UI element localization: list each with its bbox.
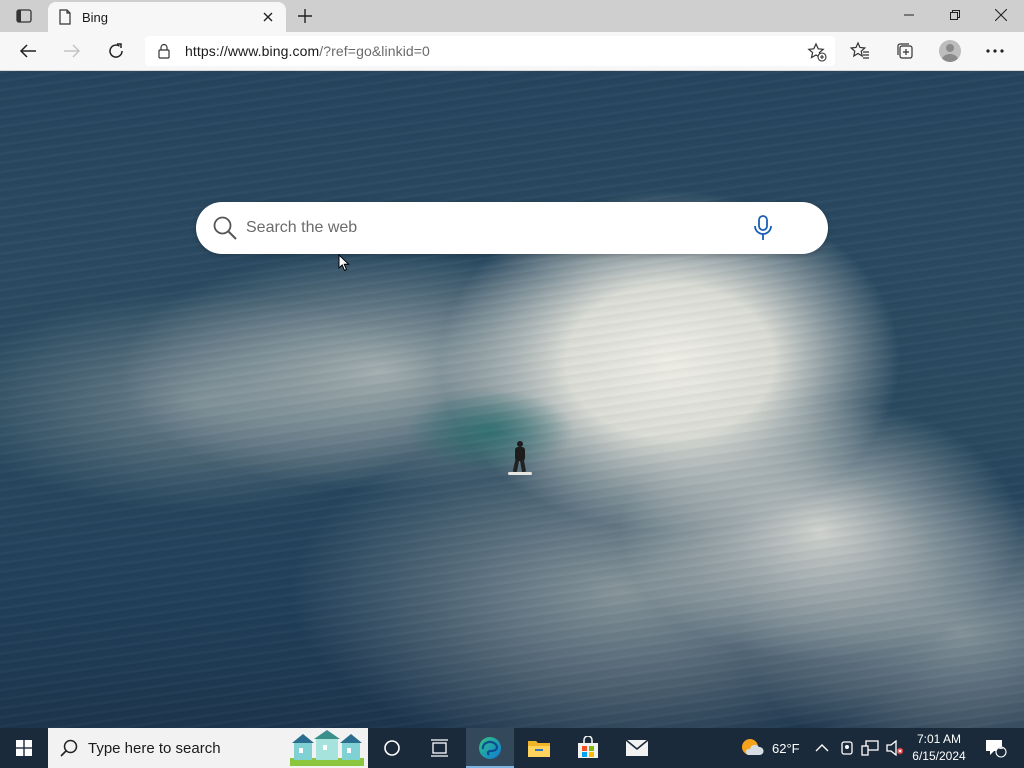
- system-clock[interactable]: 7:01 AM 6/15/2024: [906, 731, 972, 765]
- partly-sunny-icon: [742, 739, 764, 755]
- back-button[interactable]: [12, 36, 44, 66]
- cortana-icon: [384, 740, 400, 756]
- volume-muted-icon: [886, 740, 904, 756]
- edge-icon: [479, 737, 501, 759]
- browser-toolbar: https://www.bing.com/?ref=go&linkid=0: [0, 32, 1024, 71]
- start-button[interactable]: [0, 728, 48, 768]
- forward-button[interactable]: [56, 36, 88, 66]
- new-tab-button[interactable]: [293, 4, 317, 28]
- clock-date: 6/15/2024: [912, 749, 966, 763]
- cortana-button[interactable]: [368, 728, 416, 768]
- microphone-icon[interactable]: [752, 215, 774, 241]
- lock-icon[interactable]: [157, 43, 171, 59]
- chevron-up-icon: [815, 744, 829, 752]
- profile-icon: [939, 40, 961, 62]
- task-view-button[interactable]: [416, 728, 464, 768]
- weather-widget[interactable]: 62°F: [740, 728, 800, 768]
- page-icon: [59, 9, 71, 25]
- file-explorer-button[interactable]: [515, 728, 563, 768]
- surfer-figure: [508, 441, 532, 477]
- close-icon: [263, 12, 273, 22]
- meet-now-icon: [841, 741, 853, 755]
- taskbar: Type here to search 62°F 7:01 AM 6/15/20…: [0, 728, 1024, 768]
- close-window-button[interactable]: [978, 0, 1024, 30]
- back-icon: [19, 44, 36, 58]
- store-button[interactable]: [564, 728, 612, 768]
- mouse-cursor: [338, 254, 350, 272]
- tab-bing[interactable]: Bing: [48, 2, 286, 32]
- minimize-icon: [904, 14, 914, 16]
- search-box[interactable]: Search the web: [196, 202, 828, 254]
- clock-time: 7:01 AM: [916, 732, 962, 746]
- collections-icon: [897, 43, 913, 59]
- collections-button[interactable]: [890, 36, 920, 66]
- tab-close-button[interactable]: [260, 9, 276, 25]
- meet-now-button[interactable]: [839, 728, 855, 768]
- task-view-icon: [431, 739, 448, 757]
- title-bar: Bing: [0, 0, 1024, 32]
- background-image: [0, 71, 1024, 728]
- search-highlight-illustration: [290, 730, 364, 766]
- more-icon: [986, 49, 1004, 53]
- refresh-button[interactable]: [100, 36, 132, 66]
- restore-button[interactable]: [932, 0, 978, 30]
- tab-actions-button[interactable]: [8, 4, 40, 28]
- volume-button[interactable]: [886, 728, 904, 768]
- address-bar[interactable]: https://www.bing.com/?ref=go&linkid=0: [145, 36, 835, 66]
- network-icon: [861, 740, 879, 756]
- mail-button[interactable]: [613, 728, 661, 768]
- more-button[interactable]: [980, 36, 1010, 66]
- weather-temp: 62°F: [772, 740, 800, 756]
- edge-taskbar-button[interactable]: [466, 728, 514, 768]
- forward-icon: [64, 44, 81, 58]
- favorites-icon: [850, 41, 869, 59]
- profile-button[interactable]: [935, 36, 965, 66]
- search-icon[interactable]: [212, 215, 238, 241]
- file-explorer-icon: [528, 741, 550, 757]
- notification-count: 1: [998, 741, 1004, 752]
- windows-icon: [16, 740, 32, 756]
- url-host: https://www.bing.com: [185, 43, 320, 59]
- refresh-icon: [109, 43, 123, 58]
- taskbar-search-box[interactable]: Type here to search: [48, 728, 368, 768]
- show-hidden-icons-button[interactable]: [815, 728, 829, 768]
- network-button[interactable]: [861, 728, 879, 768]
- search-input[interactable]: Search the web: [246, 219, 752, 237]
- tab-actions-icon: [16, 9, 32, 23]
- minimize-button[interactable]: [886, 0, 932, 30]
- bing-homepage: Search the web: [0, 71, 1024, 728]
- search-icon: [60, 739, 78, 757]
- favorites-button[interactable]: [845, 36, 875, 66]
- mail-icon: [625, 739, 649, 756]
- plus-icon: [298, 9, 312, 23]
- url-text: https://www.bing.com/?ref=go&linkid=0: [185, 43, 430, 59]
- notification-center-button[interactable]: 1: [976, 728, 1016, 768]
- restore-icon: [950, 10, 960, 20]
- tab-title: Bing: [82, 9, 109, 25]
- taskbar-search-placeholder: Type here to search: [88, 739, 221, 757]
- close-icon: [995, 9, 1007, 21]
- url-path: /?ref=go&linkid=0: [319, 43, 430, 59]
- store-icon: [578, 736, 598, 758]
- add-favorite-icon[interactable]: [807, 42, 827, 62]
